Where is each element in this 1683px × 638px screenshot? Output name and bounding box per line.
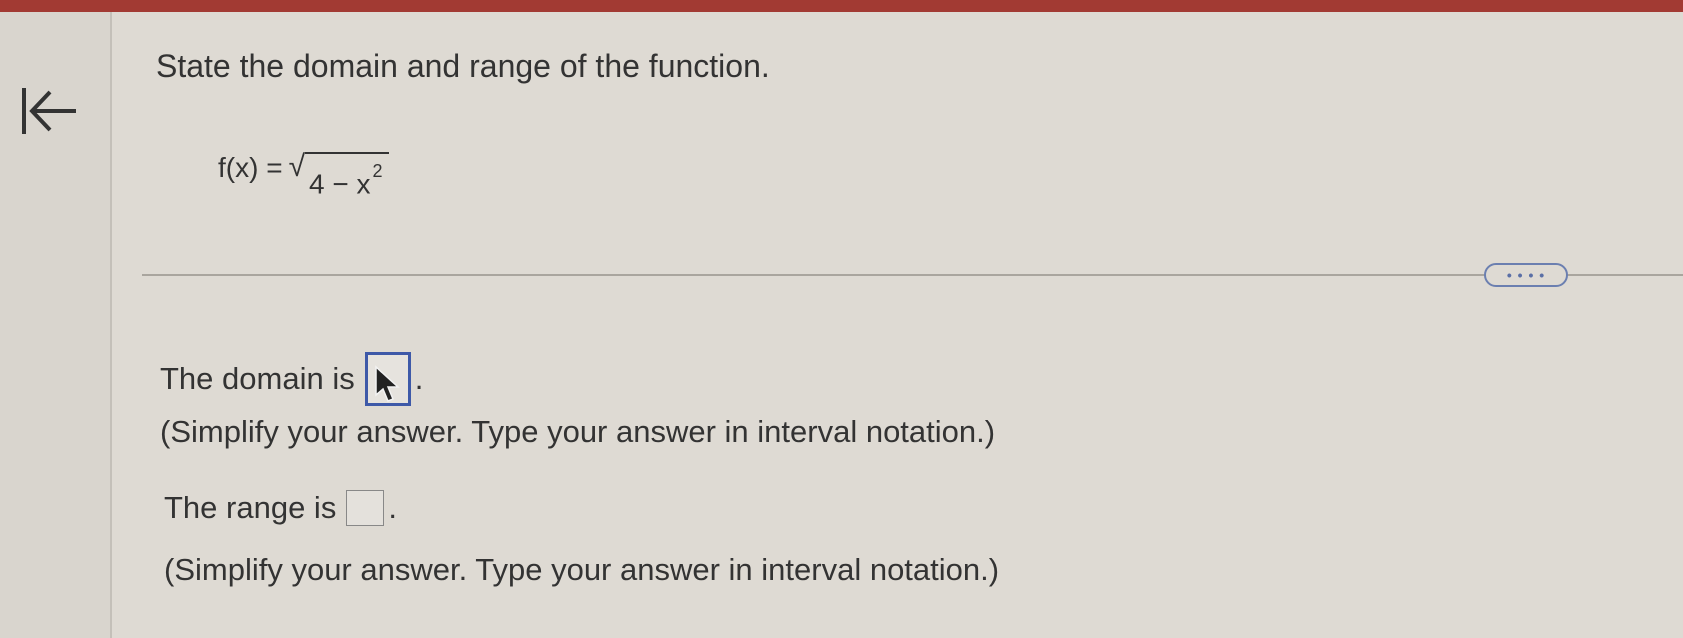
mouse-pointer-icon xyxy=(374,365,400,402)
back-to-start-button[interactable] xyxy=(18,82,80,140)
radicand: 4 − x2 xyxy=(305,152,389,199)
domain-hint: (Simplify your answer. Type your answer … xyxy=(160,414,996,449)
section-divider xyxy=(142,274,1683,276)
domain-row: The domain is . xyxy=(160,352,423,406)
domain-answer-input[interactable] xyxy=(364,352,411,406)
radicand-text: 4 − x xyxy=(309,168,371,200)
radical-sign: √ xyxy=(288,150,306,183)
left-rail xyxy=(0,12,112,638)
range-label: The range is xyxy=(164,490,337,525)
range-answer-input[interactable] xyxy=(346,490,385,526)
question-title: State the domain and range of the functi… xyxy=(156,48,770,84)
exponent: 2 xyxy=(372,161,383,181)
square-root: √ 4 − x2 xyxy=(289,140,389,199)
top-bar xyxy=(0,0,1683,12)
range-hint: (Simplify your answer. Type your answer … xyxy=(164,552,1000,587)
function-expression: f(x) = √ 4 − x2 xyxy=(218,140,389,199)
range-row: The range is . xyxy=(164,490,397,526)
range-period: . xyxy=(388,490,397,525)
more-options-button[interactable]: • • • • xyxy=(1484,263,1568,287)
function-lhs: f(x) = xyxy=(218,152,283,183)
question-panel: State the domain and range of the functi… xyxy=(112,12,1683,638)
domain-period: . xyxy=(414,361,424,396)
domain-label: The domain is xyxy=(160,361,355,396)
back-to-start-icon xyxy=(22,88,76,134)
